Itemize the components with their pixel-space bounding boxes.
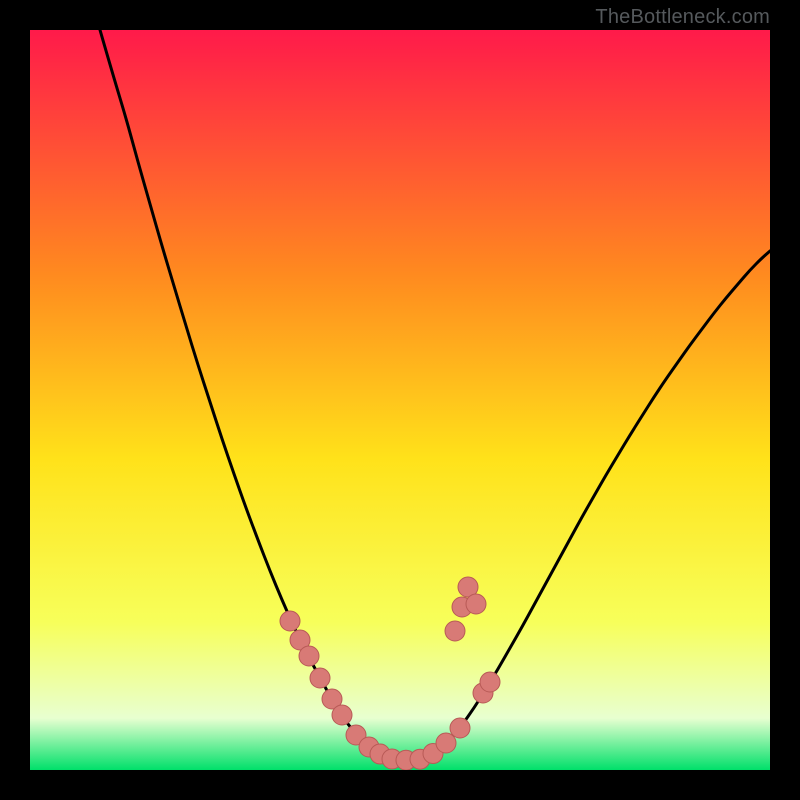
watermark-text: TheBottleneck.com [595,6,770,29]
gradient-background [30,30,770,770]
data-marker [466,594,486,614]
data-marker [480,672,500,692]
data-marker [450,718,470,738]
plot-area [30,30,770,770]
data-marker [436,733,456,753]
data-marker [332,705,352,725]
data-marker [445,621,465,641]
data-marker [280,611,300,631]
chart-svg [30,30,770,770]
data-marker [310,668,330,688]
chart-container: TheBottleneck.com [0,0,800,800]
data-marker [299,646,319,666]
